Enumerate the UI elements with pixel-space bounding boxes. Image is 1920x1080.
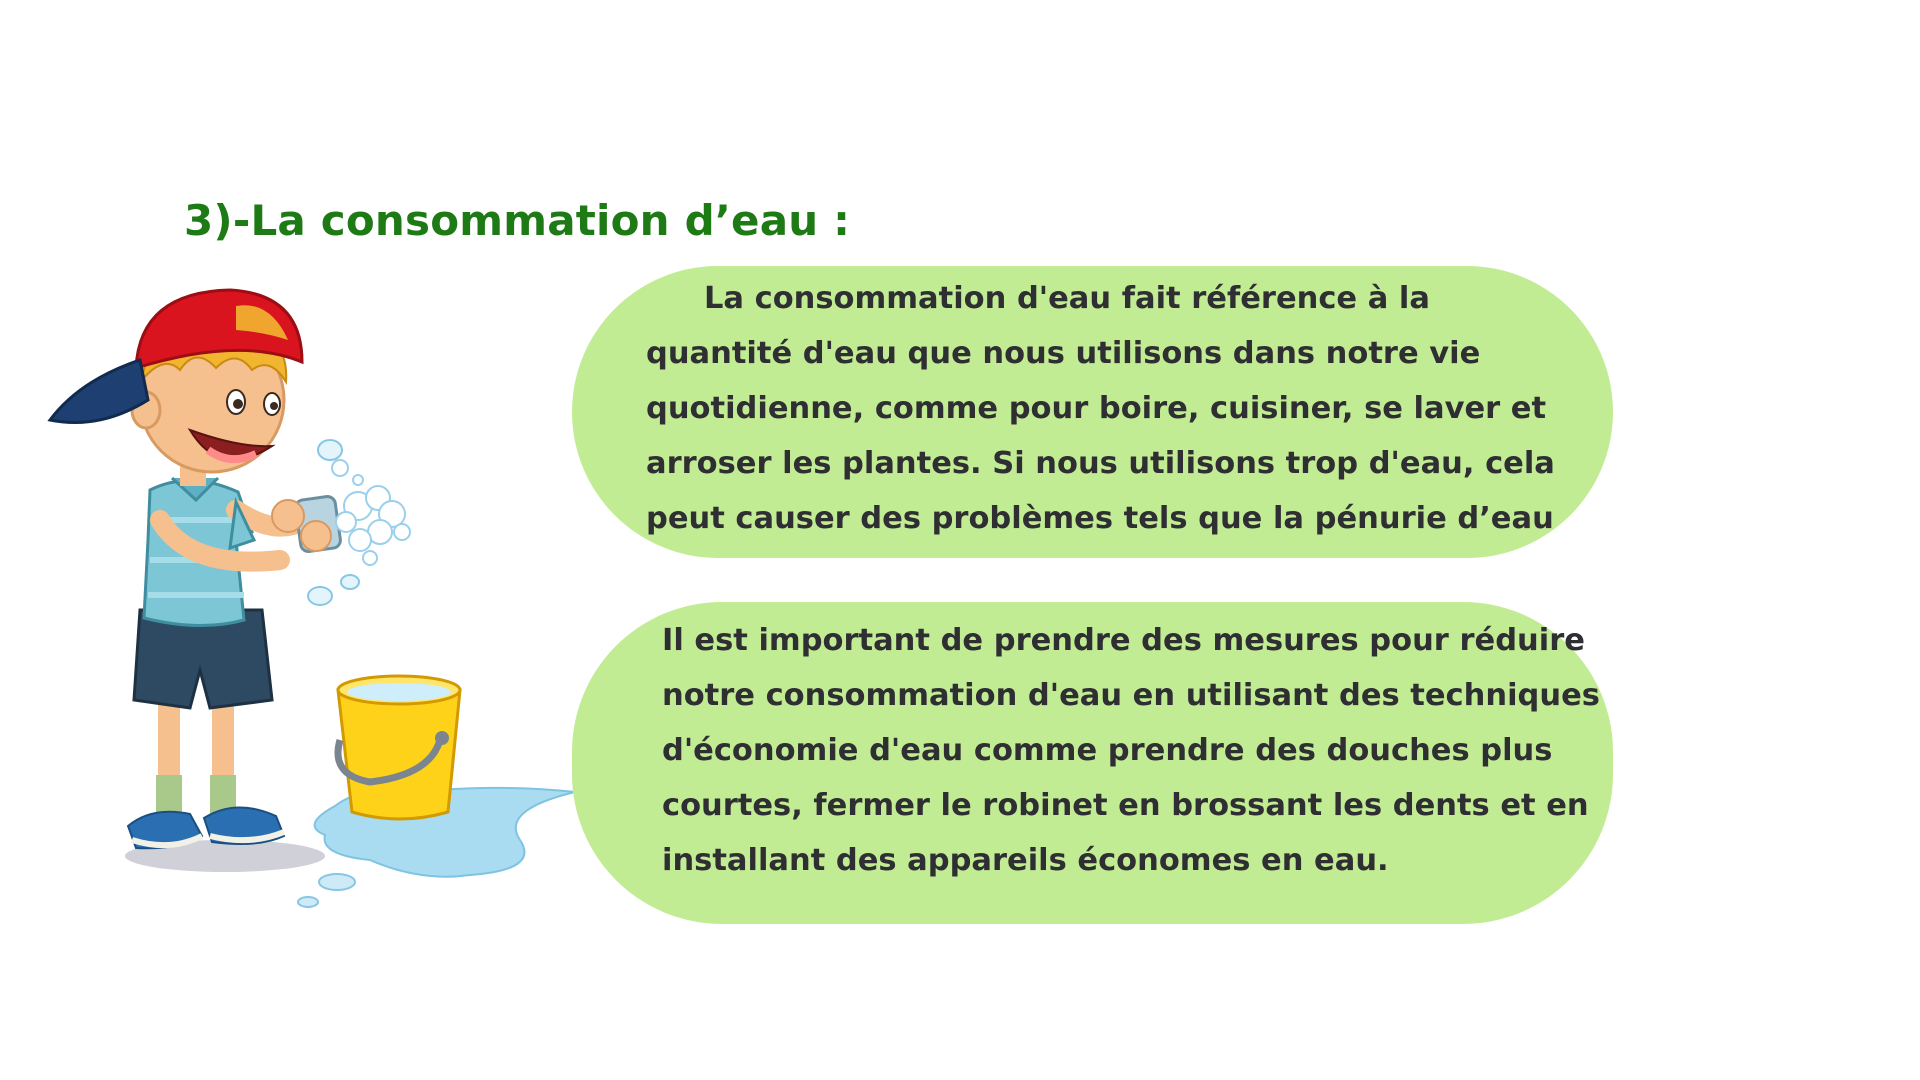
text-line: La consommation d'eau fait référence à l… bbox=[704, 281, 1430, 316]
boy-washing-hands-illustration bbox=[47, 288, 576, 908]
text-line: quantité d'eau que nous utilisons dans n… bbox=[646, 336, 1481, 371]
text-line: peut causer des problèmes tels que la pé… bbox=[646, 501, 1554, 536]
yellow-bucket bbox=[334, 674, 462, 821]
text-line: Il est important de prendre des mesures … bbox=[662, 623, 1585, 658]
floating-bubble bbox=[340, 574, 360, 590]
section-heading: 3)-La consommation d’eau : bbox=[184, 196, 851, 245]
floating-bubble bbox=[317, 439, 343, 461]
left-sock bbox=[156, 775, 182, 815]
floating-bubble bbox=[307, 586, 333, 606]
info-bubble-definition: La consommation d'eau fait référence à l… bbox=[572, 266, 1613, 558]
text-line: installant des appareils économes en eau… bbox=[662, 843, 1389, 878]
soap-foam bbox=[331, 459, 411, 566]
hand bbox=[300, 520, 332, 552]
boy-head bbox=[47, 288, 304, 474]
info-bubble-tips: Il est important de prendre des mesures … bbox=[572, 602, 1613, 924]
text-line: quotidienne, comme pour boire, cuisiner,… bbox=[646, 391, 1547, 426]
floor-bubble bbox=[318, 873, 356, 891]
text-line: arroser les plantes. Si nous utilisons t… bbox=[646, 446, 1555, 481]
text-line: courtes, fermer le robinet en brossant l… bbox=[662, 788, 1589, 823]
hand bbox=[271, 499, 305, 533]
text-line: d'économie d'eau comme prendre des douch… bbox=[662, 733, 1553, 768]
text-line: notre consommation d'eau en utilisant de… bbox=[662, 678, 1600, 713]
floor-bubble bbox=[297, 896, 319, 908]
